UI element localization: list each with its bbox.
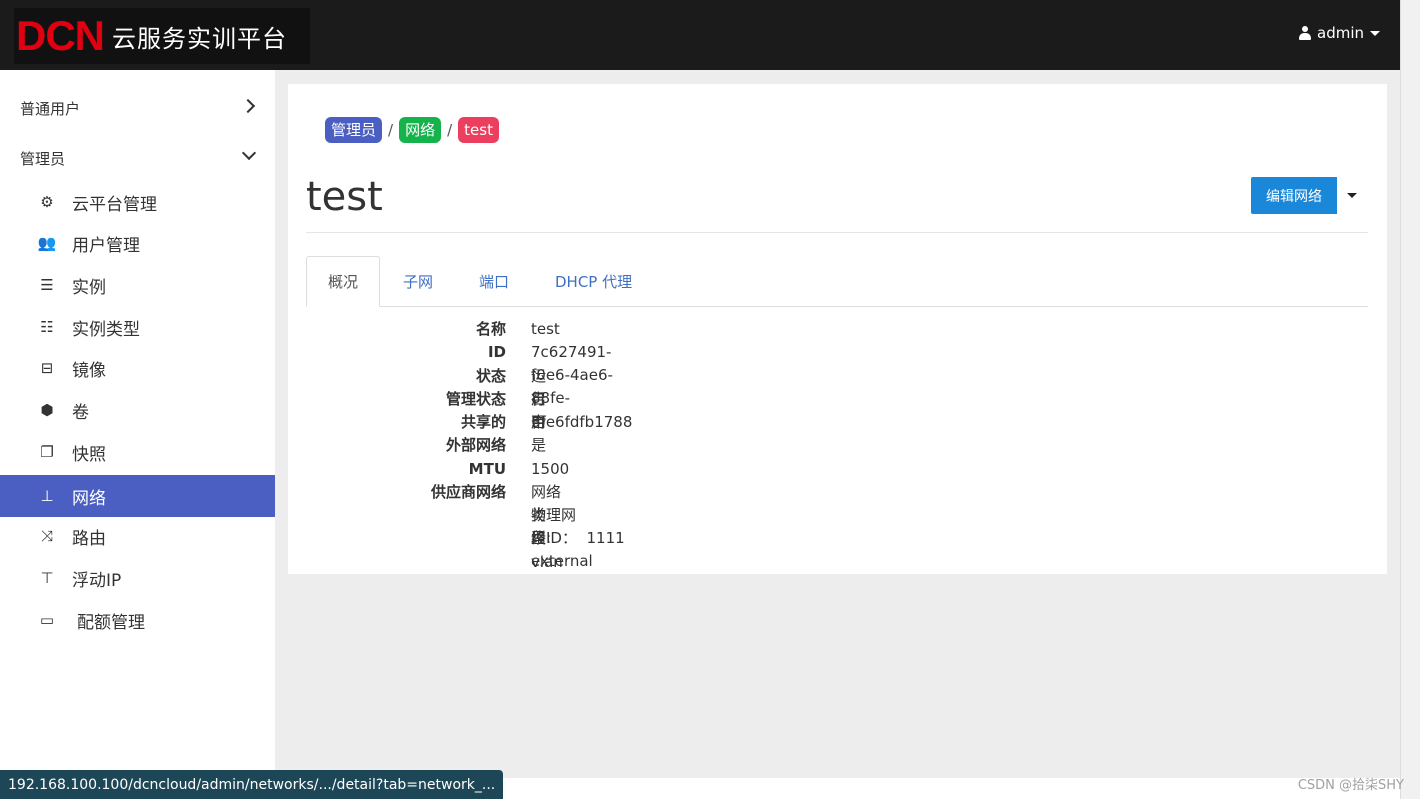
action-button-group: 编辑网络 bbox=[1251, 177, 1367, 214]
sidebar-item-label: 用户管理 bbox=[72, 235, 140, 256]
username: admin bbox=[1317, 24, 1364, 42]
sidebar-panel-admin[interactable]: 管理员 bbox=[0, 136, 275, 180]
list-icon: ☷ bbox=[40, 318, 54, 336]
detail-label: 外部网络 bbox=[445, 436, 506, 454]
signpost-icon: ⊤ bbox=[40, 569, 54, 587]
sidebar: 普通用户 管理员 ⚙ 云平台管理 👥 用户管理 ☰ 实例 ☷ 实例类型 ⊟ 镜像… bbox=[0, 70, 275, 799]
detail-label: 共享的 bbox=[460, 413, 506, 431]
sidebar-item-snapshots[interactable]: ❐ 快照 bbox=[0, 431, 275, 473]
logo-text: 云服务实训平台 bbox=[112, 24, 287, 53]
tab-ports[interactable]: 端口 bbox=[479, 256, 509, 307]
sidebar-item-networks[interactable]: ⊥ 网络 bbox=[0, 475, 275, 517]
detail-label: 供应商网络 bbox=[430, 483, 506, 501]
edit-network-button[interactable]: 编辑网络 bbox=[1251, 177, 1337, 214]
detail-value-name: test bbox=[531, 320, 560, 338]
chevron-right-icon bbox=[240, 98, 256, 114]
scrollbar[interactable] bbox=[1400, 0, 1420, 799]
sidebar-item-label: 快照 bbox=[72, 444, 106, 465]
sidebar-item-label: 实例 bbox=[72, 277, 106, 298]
sidebar-item-label: 实例类型 bbox=[72, 319, 140, 340]
title-divider bbox=[306, 232, 1368, 233]
top-navbar: DCN 云服务实训平台 admin bbox=[0, 0, 1400, 70]
sidebar-item-label: 浮动IP bbox=[72, 570, 122, 591]
briefcase-icon: ⊟ bbox=[40, 359, 54, 377]
detail-value-mtu: 1500 bbox=[531, 460, 570, 478]
sidebar-item-label: 路由 bbox=[72, 528, 106, 549]
detail-value-shared: 否 bbox=[531, 413, 547, 431]
tab-subnets[interactable]: 子网 bbox=[403, 256, 433, 307]
detail-label: 状态 bbox=[475, 367, 506, 385]
battery-icon: ▭ bbox=[39, 611, 55, 629]
sidebar-item-label: 镜像 bbox=[72, 360, 106, 381]
sidebar-item-volumes[interactable]: ⬢ 卷 bbox=[0, 389, 275, 431]
sidebar-item-routers[interactable]: ⤨ 路由 bbox=[0, 515, 275, 557]
sidebar-item-users[interactable]: 👥 用户管理 bbox=[0, 222, 275, 264]
sidebar-item-cloud-platform[interactable]: ⚙ 云平台管理 bbox=[0, 181, 275, 223]
sidebar-item-label: 卷 bbox=[72, 402, 89, 423]
server-icon: ☰ bbox=[40, 276, 54, 294]
sidebar-item-instances[interactable]: ☰ 实例 bbox=[0, 264, 275, 306]
watermark: CSDN @拾柒SHY bbox=[1297, 778, 1404, 793]
detail-label: MTU bbox=[468, 460, 506, 478]
tab-dhcp-agents[interactable]: DHCP 代理 bbox=[555, 256, 632, 307]
users-icon: 👥 bbox=[37, 234, 57, 252]
random-icon: ⤨ bbox=[40, 527, 53, 545]
detail-value-external: 是 bbox=[531, 436, 547, 454]
breadcrumb: 管理员 / 网络 / test bbox=[325, 117, 499, 143]
sidebar-item-quotas[interactable]: ▭ 配额管理 bbox=[0, 599, 275, 641]
breadcrumb-admin[interactable]: 管理员 bbox=[325, 117, 383, 143]
user-menu[interactable]: admin bbox=[1299, 24, 1380, 42]
tabs-divider bbox=[306, 306, 1368, 307]
page-title: test bbox=[306, 174, 383, 220]
sidebar-item-images[interactable]: ⊟ 镜像 bbox=[0, 347, 275, 389]
chevron-down-icon bbox=[241, 145, 257, 161]
breadcrumb-networks[interactable]: 网络 bbox=[399, 117, 442, 143]
sitemap-icon: ⊥ bbox=[40, 487, 54, 505]
detail-label: 管理状态 bbox=[445, 390, 506, 408]
logo-mark: DCN bbox=[16, 12, 105, 59]
caret-down-icon bbox=[1347, 193, 1357, 198]
sidebar-item-flavors[interactable]: ☷ 实例类型 bbox=[0, 306, 275, 348]
cube-icon: ⬢ bbox=[40, 401, 54, 419]
panel-label: 普通用户 bbox=[20, 99, 81, 118]
sidebar-item-floating-ips[interactable]: ⊤ 浮动IP bbox=[0, 557, 275, 599]
tab-overview[interactable]: 概况 bbox=[306, 256, 380, 307]
caret-down-icon bbox=[1370, 30, 1380, 36]
breadcrumb-current: test bbox=[458, 117, 499, 143]
detail-label: ID bbox=[487, 343, 506, 361]
detail-value-id: 7c627491-f0e6-4ae6-88fe-3fe6fdfb1788 bbox=[531, 343, 633, 431]
gears-icon: ⚙ bbox=[40, 193, 54, 211]
clone-icon: ❐ bbox=[40, 443, 54, 461]
panel-label: 管理员 bbox=[20, 149, 66, 168]
breadcrumb-separator: / bbox=[388, 121, 394, 139]
brand-logo[interactable]: DCN 云服务实训平台 bbox=[14, 8, 310, 64]
sidebar-item-label: 网络 bbox=[72, 488, 106, 509]
actions-dropdown-toggle[interactable] bbox=[1337, 177, 1367, 214]
sidebar-item-label: 配额管理 bbox=[77, 612, 145, 633]
user-icon bbox=[1299, 26, 1311, 40]
sidebar-item-label: 云平台管理 bbox=[72, 194, 157, 215]
sidebar-panel-user[interactable]: 普通用户 bbox=[0, 86, 275, 130]
detail-value-segment-id: 段ID： 1111 bbox=[531, 529, 625, 547]
detail-label: 名称 bbox=[475, 320, 506, 338]
breadcrumb-separator: / bbox=[447, 121, 453, 139]
browser-status-url: 192.168.100.100/dcncloud/admin/networks/… bbox=[0, 770, 504, 799]
